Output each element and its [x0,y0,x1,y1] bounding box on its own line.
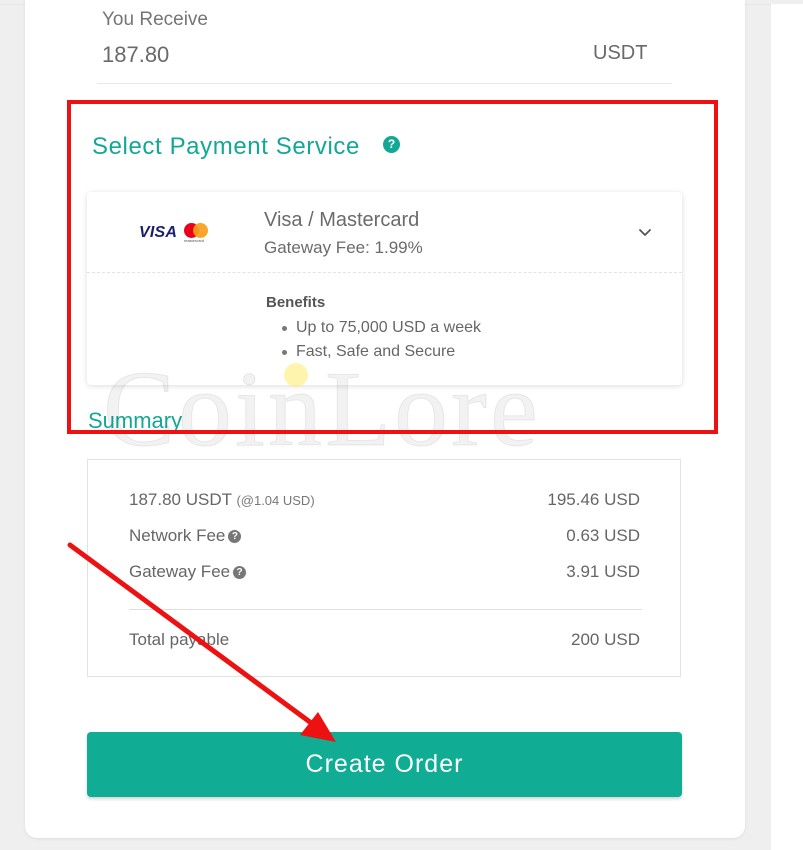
gateway-fee-label: Gateway Fee? [129,562,247,582]
summary-divider [129,609,642,610]
benefit-item: Up to 75,000 USD a week [266,316,481,340]
gateway-fee-value: 3.91 USD [566,562,640,581]
page-edge [771,4,803,850]
cursor-highlight [284,363,308,387]
total-payable-value: 200 USD [571,630,640,649]
help-icon[interactable]: ? [233,566,247,580]
visa-logo: VISA [139,224,178,241]
network-fee-value: 0.63 USD [566,526,640,545]
help-icon[interactable]: ? [228,530,242,544]
network-fee-label: Network Fee? [129,526,242,546]
chevron-down-icon[interactable] [637,225,653,241]
benefit-item: Fast, Safe and Secure [266,340,481,364]
receive-currency: USDT [593,42,648,64]
help-icon[interactable]: ? [383,136,400,153]
summary-row-amount-label: 187.80 USDT (@1.04 USD) [129,490,315,509]
payment-service-title: Select Payment Service [92,133,360,160]
benefits-list: Up to 75,000 USD a week Fast, Safe and S… [266,316,481,364]
total-payable-label: Total payable [129,630,230,649]
dashed-divider [87,272,682,273]
summary-box: 187.80 USDT (@1.04 USD) 195.46 USD Netwo… [87,459,681,677]
summary-row-amount-value: 195.46 USD [547,490,640,509]
mastercard-logo: mastercard [184,223,212,245]
receive-amount-field[interactable]: 187.80 [102,42,169,68]
gateway-fee-rate: Gateway Fee: 1.99% [264,238,423,257]
payment-method-name: Visa / Mastercard [264,209,420,231]
payment-service-dropdown[interactable]: VISA mastercard Visa / Mastercard Gatewa… [87,192,682,385]
benefits-heading: Benefits [266,294,326,311]
create-order-button[interactable]: Create Order [87,732,682,797]
receive-field-underline [97,83,672,84]
you-receive-label: You Receive [102,9,208,30]
summary-title: Summary [88,408,183,433]
exchange-rate: (@1.04 USD) [236,493,315,508]
